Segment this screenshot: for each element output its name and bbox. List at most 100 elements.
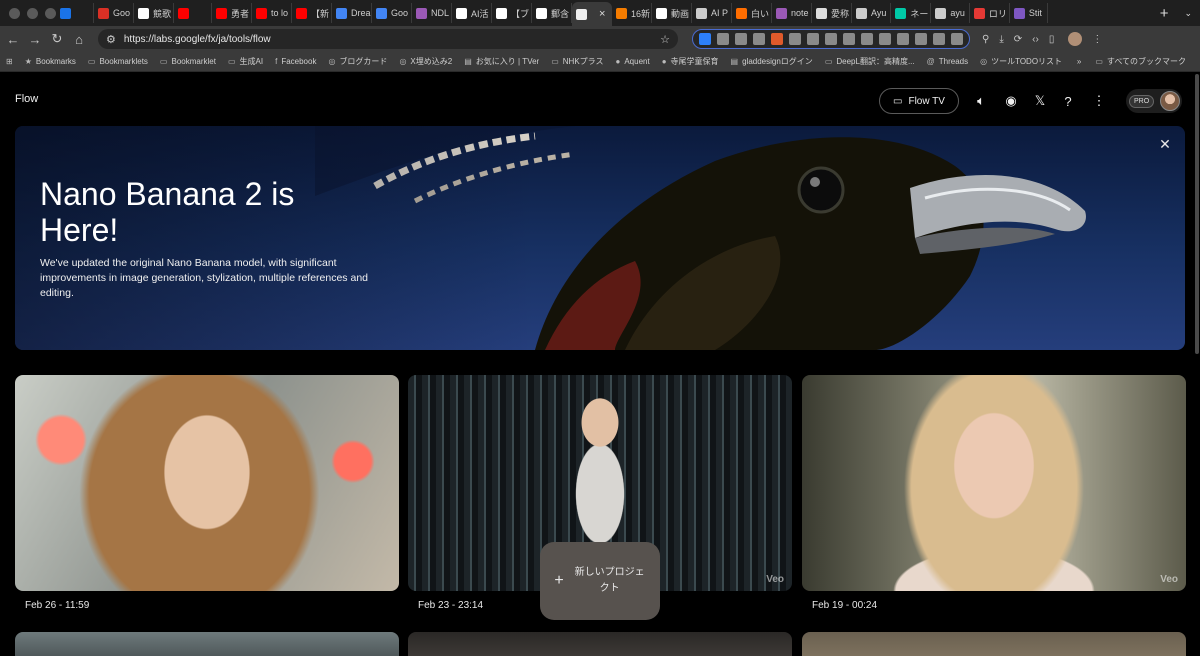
help-icon[interactable]: ? [1059,92,1077,110]
browser-tab[interactable]: NDL [412,3,452,23]
browser-tab[interactable]: note [772,3,812,23]
extension-icon[interactable] [717,33,729,45]
browser-tab[interactable]: Drea [332,3,372,23]
browser-tab[interactable]: Goo [372,3,412,23]
bookmark-item[interactable]: ● 寺尾学童保育 [656,56,725,67]
reload-icon[interactable]: ↻ [46,28,68,50]
all-bookmarks-folder[interactable]: ▭ すべてのブックマーク [1089,56,1192,67]
bookmark-item[interactable]: f Facebook [269,57,322,66]
back-icon[interactable]: ← [2,28,24,50]
bookmark-item[interactable]: ▭ Bookmarklet [154,57,222,66]
browser-tab-strip: Goo 競歌 勇者 to lo 【新 Drea Goo NDL AI活 【ブ 郵含 × 16新 動画 AI … [0,0,1200,26]
browser-tab[interactable]: ネー [891,3,932,23]
project-card-5[interactable] [408,632,792,656]
tab-close-icon[interactable]: × [595,8,609,20]
browser-tab[interactable]: AI P [692,3,732,23]
bookmark-item[interactable]: ● Aquent [610,57,656,66]
bookmark-item[interactable]: ▭ 生成AI [222,56,269,67]
tab-list: Goo 競歌 勇者 to lo 【新 Drea Goo NDL AI活 【ブ 郵含 × 16新 動画 AI … [56,0,1152,26]
browser-tab[interactable]: to lo [252,3,292,23]
menu-icon[interactable]: ⋮ [1092,34,1102,45]
app-title[interactable]: Flow [15,93,38,105]
browser-tab[interactable]: AI活 [452,3,492,23]
project-card-4[interactable] [15,632,399,656]
new-project-button[interactable]: + 新しいプロジェクト [540,542,660,620]
x-icon[interactable]: 𝕏 [1031,92,1049,110]
extension-icon[interactable] [771,33,783,45]
puzzle-icon[interactable]: ⚲ [982,34,989,45]
scrollbar[interactable] [1195,74,1199,354]
history-icon[interactable]: ⟳ [1014,34,1022,45]
extension-icon[interactable] [699,33,711,45]
discord-icon[interactable]: ◉ [1002,92,1020,110]
account-area[interactable]: PRO [1126,89,1182,113]
browser-tab[interactable]: 【新 [292,3,332,23]
more-bookmarks-icon[interactable]: » [1077,57,1081,66]
active-tab[interactable]: × [572,2,612,26]
minimize-window-button[interactable] [27,7,38,19]
maximize-window-button[interactable] [45,7,56,19]
bookmark-item[interactable]: ◎ ブログカード [322,56,393,67]
extension-icon[interactable] [897,33,909,45]
bookmark-item[interactable]: ▭ Bookmarklets [82,57,154,66]
browser-tab[interactable]: 16新 [612,3,652,23]
browser-tab[interactable]: 【ブ [492,3,532,23]
browser-tab[interactable]: 白い [732,3,772,23]
url-text[interactable]: https://labs.google/fx/ja/tools/flow [124,34,652,45]
address-bar[interactable]: ⚙ https://labs.google/fx/ja/tools/flow ☆ [98,29,678,49]
project-card-1[interactable] [15,375,399,591]
apps-icon[interactable]: ⊞ [0,57,19,66]
download-icon[interactable]: ⤓ [999,34,1003,45]
browser-tab[interactable]: 愛称 [812,3,852,23]
bookmark-item[interactable]: ▭ NHKプラス [545,56,609,67]
extension-icon[interactable] [753,33,765,45]
extension-icon[interactable] [807,33,819,45]
extension-icon[interactable] [951,33,963,45]
extension-icon[interactable] [915,33,927,45]
close-window-button[interactable] [9,7,20,19]
forward-icon[interactable]: → [24,28,46,50]
flow-tv-button[interactable]: ▭ Flow TV [879,88,959,114]
browser-tab[interactable] [174,3,212,23]
close-icon[interactable]: ✕ [1155,134,1175,154]
project-card-3[interactable]: Veo [802,375,1186,591]
extension-icon[interactable] [843,33,855,45]
bookmark-item[interactable]: ▤ gladdesignログイン [725,56,819,67]
browser-tab[interactable]: Ayu [852,3,892,23]
extension-icon[interactable] [879,33,891,45]
bookmark-item[interactable]: @ Threads [921,57,974,66]
volume-icon[interactable]: 🔈︎ [972,92,990,110]
bookmark-item[interactable]: ▭ DeepL翻訳：高精度... [819,56,921,67]
bookmark-item[interactable]: ★ Bookmarks [19,57,82,66]
extension-icon[interactable] [825,33,837,45]
extension-icon[interactable] [735,33,747,45]
sidepanel-icon[interactable]: ▯ [1049,34,1055,45]
tab-label: 白い [751,8,770,19]
extension-icon[interactable] [861,33,873,45]
project-card-6[interactable] [802,632,1186,656]
home-icon[interactable]: ⌂ [68,28,90,50]
browser-tab[interactable]: Stit [1010,3,1048,23]
site-info-icon[interactable]: ⚙ [106,33,116,46]
bookmark-item[interactable]: ◎ ツールTODOリスト [974,56,1068,67]
profile-avatar[interactable] [1068,32,1083,46]
more-vert-icon[interactable]: ⋮ [1090,92,1108,110]
browser-tab[interactable]: ロリ [970,3,1010,23]
browser-tab[interactable]: 郵含 [532,3,572,23]
extension-icon[interactable] [933,33,945,45]
code-icon[interactable]: ‹› [1032,34,1039,45]
browser-tab[interactable]: ayu [931,3,970,23]
extension-icon[interactable] [789,33,801,45]
browser-tab[interactable]: 勇者 [212,3,252,23]
tab-search-icon[interactable]: ⌄ [1176,8,1200,19]
browser-tab[interactable] [56,3,94,23]
browser-tab[interactable]: 競歌 [134,3,174,23]
browser-tab[interactable]: Goo [94,3,134,23]
bookmark-star-icon[interactable]: ☆ [660,33,670,46]
avatar[interactable] [1160,91,1181,111]
hero-description: We've updated the original Nano Banana m… [40,257,368,299]
bookmark-item[interactable]: ▤ お気に入り | TVer [458,56,545,67]
new-tab-button[interactable]: + [1152,5,1177,22]
browser-tab[interactable]: 動画 [652,3,692,23]
bookmark-item[interactable]: ◎ X埋め込み2 [393,56,458,67]
